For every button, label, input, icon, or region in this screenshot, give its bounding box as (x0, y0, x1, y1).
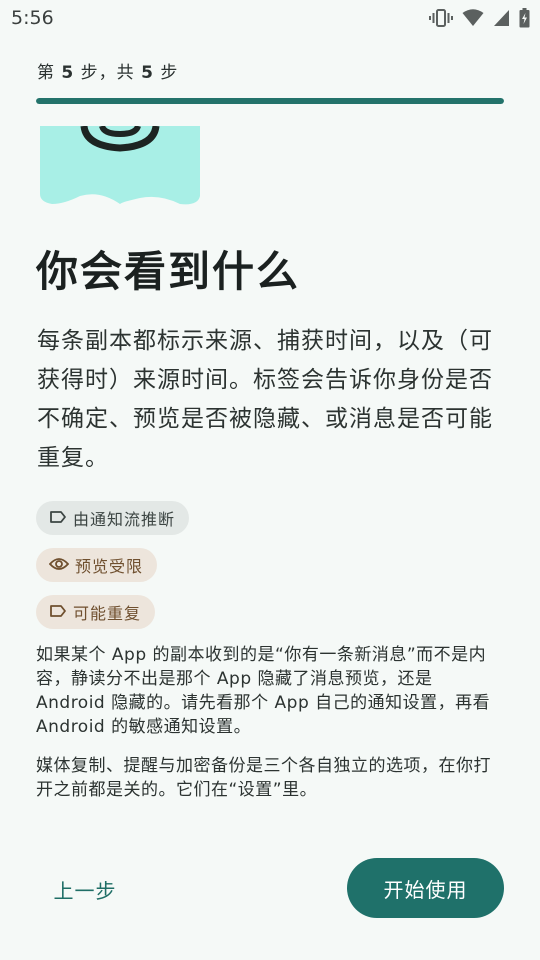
progress-bar-fill (36, 98, 504, 104)
back-button[interactable]: 上一步 (36, 862, 134, 916)
note-preview-hidden: 如果某个 App 的副本收到的是“你有一条新消息”而不是内容，静读分不出是那个 … (36, 645, 491, 737)
step-indicator: 第 5 步，共 5 步 (37, 58, 178, 83)
chip-possible-duplicate: 可能重复 (36, 595, 156, 629)
onboarding-illustration (40, 124, 200, 206)
eye-icon (48, 556, 75, 575)
vibrate-icon (429, 8, 453, 28)
chip-label: 可能重复 (73, 604, 142, 623)
status-bar: 5:56 (0, 0, 540, 36)
step-prefix: 第 (37, 63, 55, 83)
description-text: 每条副本都标示来源、捕获时间，以及（可获得时）来源时间。标签会告诉你身份是否不确… (37, 328, 493, 471)
chip-label: 预览受限 (75, 557, 144, 576)
wifi-icon (462, 9, 484, 27)
get-started-button[interactable]: 开始使用 (347, 858, 504, 918)
tag-icon (49, 603, 73, 622)
chip-preview-limited: 预览受限 (36, 548, 158, 582)
step-suffix: 步 (160, 63, 179, 83)
note-options-off: 媒体复制、提醒与加密备份是三个各自独立的选项，在你打开之前都是关的。它们在“设置… (36, 756, 491, 800)
step-current: 5 (61, 63, 75, 83)
chip-inferred: 由通知流推断 (36, 501, 190, 535)
battery-icon (519, 8, 530, 28)
step-mid: 步，共 (80, 63, 135, 83)
chip-label: 由通知流推断 (73, 510, 176, 529)
tag-icon (49, 509, 73, 528)
progress-bar (36, 98, 504, 104)
status-icons (429, 8, 530, 28)
status-time: 5:56 (11, 7, 54, 29)
cell-signal-icon (493, 9, 510, 27)
step-total: 5 (141, 63, 154, 83)
page-title: 你会看到什么 (36, 247, 301, 296)
